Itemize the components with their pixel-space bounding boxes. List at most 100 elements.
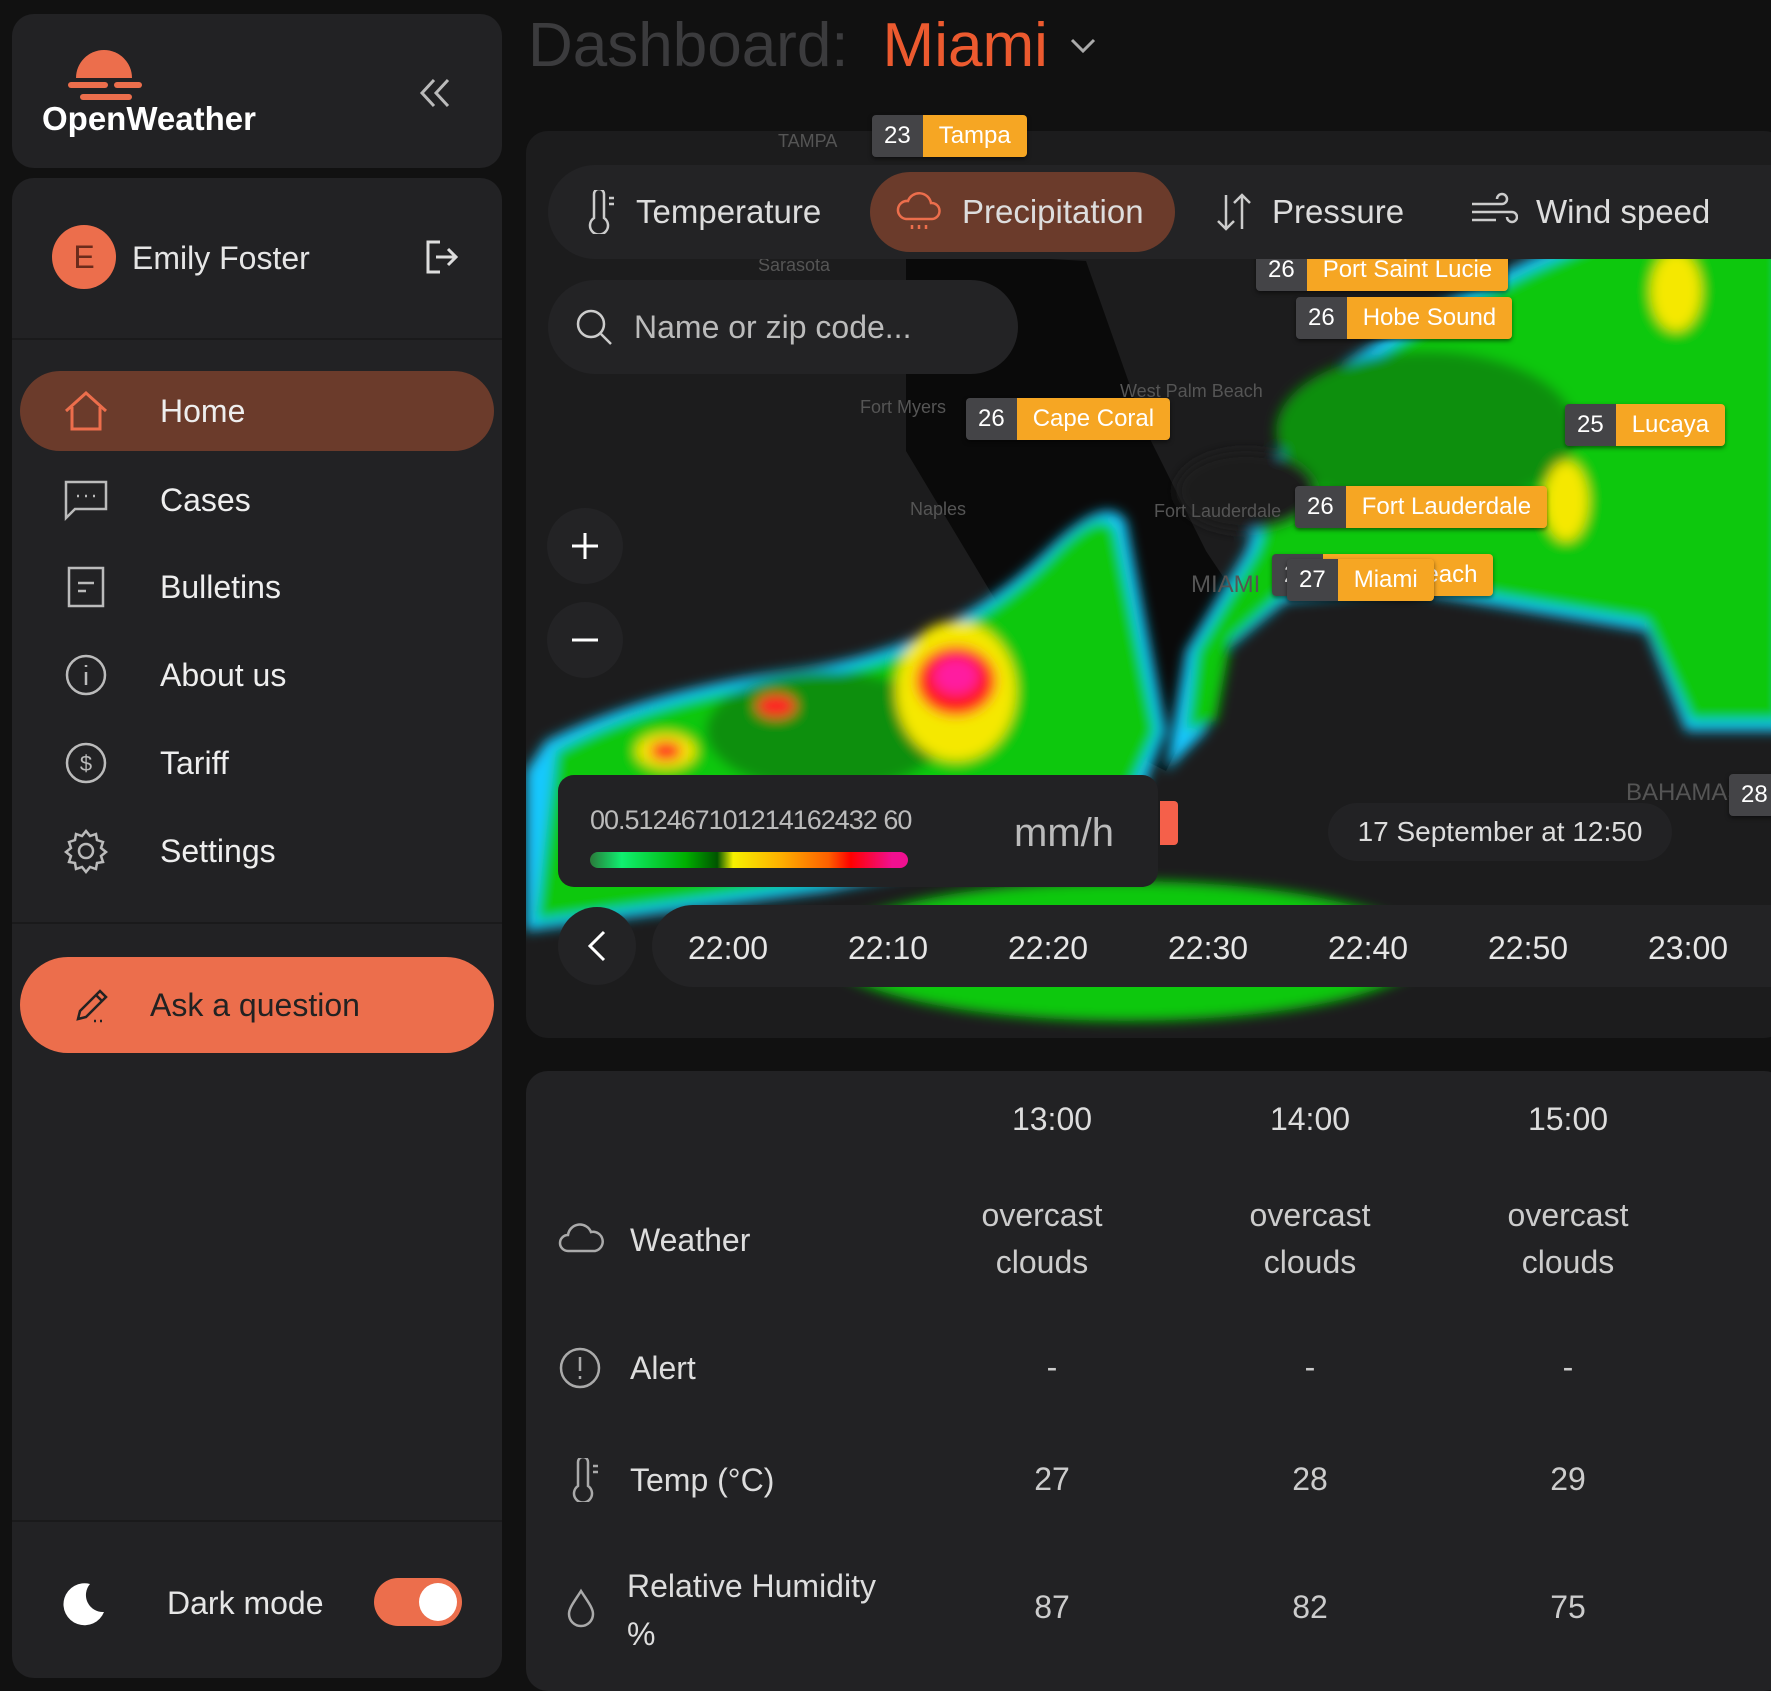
dark-mode-label: Dark mode bbox=[167, 1585, 324, 1621]
timeline-step[interactable]: 22:50 bbox=[1488, 930, 1568, 967]
city-marker[interactable]: 28 bbox=[1729, 774, 1771, 816]
info-icon bbox=[56, 653, 116, 697]
map-place-label: Naples bbox=[910, 499, 967, 519]
droplet-icon bbox=[567, 1588, 595, 1628]
pressure-arrows-icon bbox=[1217, 193, 1251, 231]
sidebar-item-cases[interactable]: Cases bbox=[20, 460, 494, 540]
table-cell: overcast clouds bbox=[1249, 1197, 1371, 1280]
chevron-down-icon[interactable] bbox=[1070, 38, 1096, 54]
precipitation-legend: 00.512467101214162432 60 mm/h bbox=[558, 775, 1158, 887]
divider bbox=[12, 1520, 502, 1522]
divider bbox=[12, 922, 502, 924]
document-icon bbox=[56, 565, 116, 609]
table-cell: 75 bbox=[1550, 1589, 1586, 1625]
table-cell: 29 bbox=[1550, 1461, 1586, 1497]
timeline-step[interactable]: 22:00 bbox=[688, 930, 768, 967]
ask-question-label: Ask a question bbox=[150, 986, 360, 1023]
sidebar-item-label: Tariff bbox=[160, 744, 229, 781]
row-label: Alert bbox=[630, 1350, 696, 1386]
timeline-step[interactable]: 23:00 bbox=[1648, 930, 1728, 967]
table-cell: 87 bbox=[1034, 1589, 1070, 1625]
table-cell: - bbox=[1562, 1349, 1574, 1385]
chevron-left-icon bbox=[587, 930, 606, 962]
chat-icon bbox=[56, 479, 116, 521]
sidebar-item-label: Cases bbox=[160, 481, 251, 518]
svg-text:$: $ bbox=[80, 751, 92, 776]
sidebar-item-tariff[interactable]: $ Tariff bbox=[20, 723, 494, 803]
row-label: Weather bbox=[630, 1222, 751, 1258]
precipitation-radar-map[interactable] bbox=[526, 131, 1771, 1038]
sidebar-item-bulletins[interactable]: Bulletins bbox=[20, 547, 494, 627]
legend-color-bar bbox=[590, 852, 908, 868]
column-header: 13:00 bbox=[1011, 1101, 1093, 1137]
timeline-step[interactable]: 22:10 bbox=[848, 930, 928, 967]
home-icon bbox=[56, 387, 116, 435]
brand-name: OpenWeather bbox=[42, 100, 256, 137]
map-date-label: 17 September at 12:50 bbox=[1328, 803, 1672, 861]
timeline-step[interactable]: 22:30 bbox=[1168, 930, 1248, 967]
legend-scale-values: 00.512467101214162432 60 bbox=[590, 805, 912, 835]
logo-card: OpenWeather bbox=[12, 14, 502, 168]
row-label: Relative Humidity % bbox=[627, 1568, 876, 1652]
city-marker[interactable]: 23 Tampa bbox=[872, 115, 1027, 157]
wind-icon bbox=[1472, 192, 1518, 224]
sidebar-item-about-us[interactable]: About us bbox=[20, 635, 494, 715]
zoom-out-button[interactable] bbox=[547, 602, 623, 678]
tab-wind-speed[interactable]: Wind speed bbox=[1446, 172, 1734, 252]
table-cell: overcast clouds bbox=[981, 1197, 1103, 1280]
city-selector[interactable]: Miami bbox=[883, 10, 1048, 81]
alert-marker[interactable] bbox=[1160, 801, 1178, 845]
tab-precipitation[interactable]: Precipitation bbox=[870, 172, 1175, 252]
title-prefix: Dashboard: bbox=[528, 11, 849, 80]
pencil-icon bbox=[76, 989, 108, 1023]
table-cell: 82 bbox=[1292, 1589, 1328, 1625]
sidebar-item-label: About us bbox=[160, 656, 287, 693]
timeline-back-button[interactable] bbox=[558, 907, 636, 985]
city-marker[interactable]: 26 Cape Coral bbox=[966, 398, 1171, 440]
city-marker[interactable]: 25 Lucaya bbox=[1565, 404, 1726, 446]
table-cell: - bbox=[1046, 1349, 1058, 1385]
legend-unit: mm/h bbox=[1014, 811, 1114, 855]
divider bbox=[12, 338, 502, 340]
dark-mode-toggle[interactable] bbox=[374, 1578, 462, 1626]
alert-icon bbox=[559, 1347, 601, 1389]
logout-icon[interactable] bbox=[422, 238, 460, 276]
sidebar-item-label: Settings bbox=[160, 832, 276, 869]
map-panel[interactable]: TAMPA Sarasota Fort Myers Naples West Pa… bbox=[526, 131, 1771, 1038]
minus-icon bbox=[572, 638, 598, 642]
table-cell: 28 bbox=[1292, 1461, 1328, 1497]
collapse-sidebar-icon[interactable] bbox=[418, 76, 452, 110]
timeline-step[interactable]: 22:20 bbox=[1008, 930, 1088, 967]
user-name: Emily Foster bbox=[132, 240, 310, 276]
tab-pressure[interactable]: Pressure bbox=[1190, 172, 1428, 252]
cloud-icon bbox=[558, 1223, 604, 1253]
table-cell: - bbox=[1304, 1349, 1316, 1385]
map-place-label: Fort Myers bbox=[860, 397, 947, 417]
column-header: 14:00 bbox=[1269, 1101, 1351, 1137]
tab-temperature[interactable]: Temperature bbox=[560, 172, 845, 252]
table-cell: 27 bbox=[1034, 1461, 1070, 1497]
map-place-label: MIAMI bbox=[1191, 571, 1261, 598]
moon-icon bbox=[63, 1583, 104, 1626]
gear-icon bbox=[56, 828, 116, 874]
city-marker[interactable]: 27 Miami bbox=[1287, 559, 1434, 601]
thermometer-icon bbox=[572, 1458, 598, 1502]
row-label: Temp (°C) bbox=[630, 1462, 775, 1498]
map-place-label: TAMPA bbox=[778, 131, 838, 151]
map-place-label: Fort Lauderdale bbox=[1154, 501, 1282, 521]
city-search-input[interactable]: Name or zip code... bbox=[548, 280, 1018, 374]
rain-cloud-icon bbox=[896, 192, 941, 229]
sidebar-item-home[interactable]: Home bbox=[20, 371, 494, 451]
ask-question-button[interactable]: Ask a question bbox=[20, 957, 494, 1053]
city-marker[interactable]: 26 Fort Lauderdale bbox=[1295, 486, 1548, 528]
plus-icon bbox=[572, 533, 598, 559]
table-cell: overcast clouds bbox=[1507, 1197, 1629, 1280]
openweather-logo-icon bbox=[68, 50, 142, 100]
timeline-step[interactable]: 22:40 bbox=[1328, 930, 1408, 967]
sidebar-item-label: Bulletins bbox=[160, 568, 281, 605]
city-marker[interactable]: 26 Hobe Sound bbox=[1296, 297, 1513, 339]
thermometer-icon bbox=[588, 190, 614, 234]
column-header: 15:00 bbox=[1527, 1101, 1609, 1137]
zoom-in-button[interactable] bbox=[547, 508, 623, 584]
sidebar-item-settings[interactable]: Settings bbox=[20, 811, 494, 891]
